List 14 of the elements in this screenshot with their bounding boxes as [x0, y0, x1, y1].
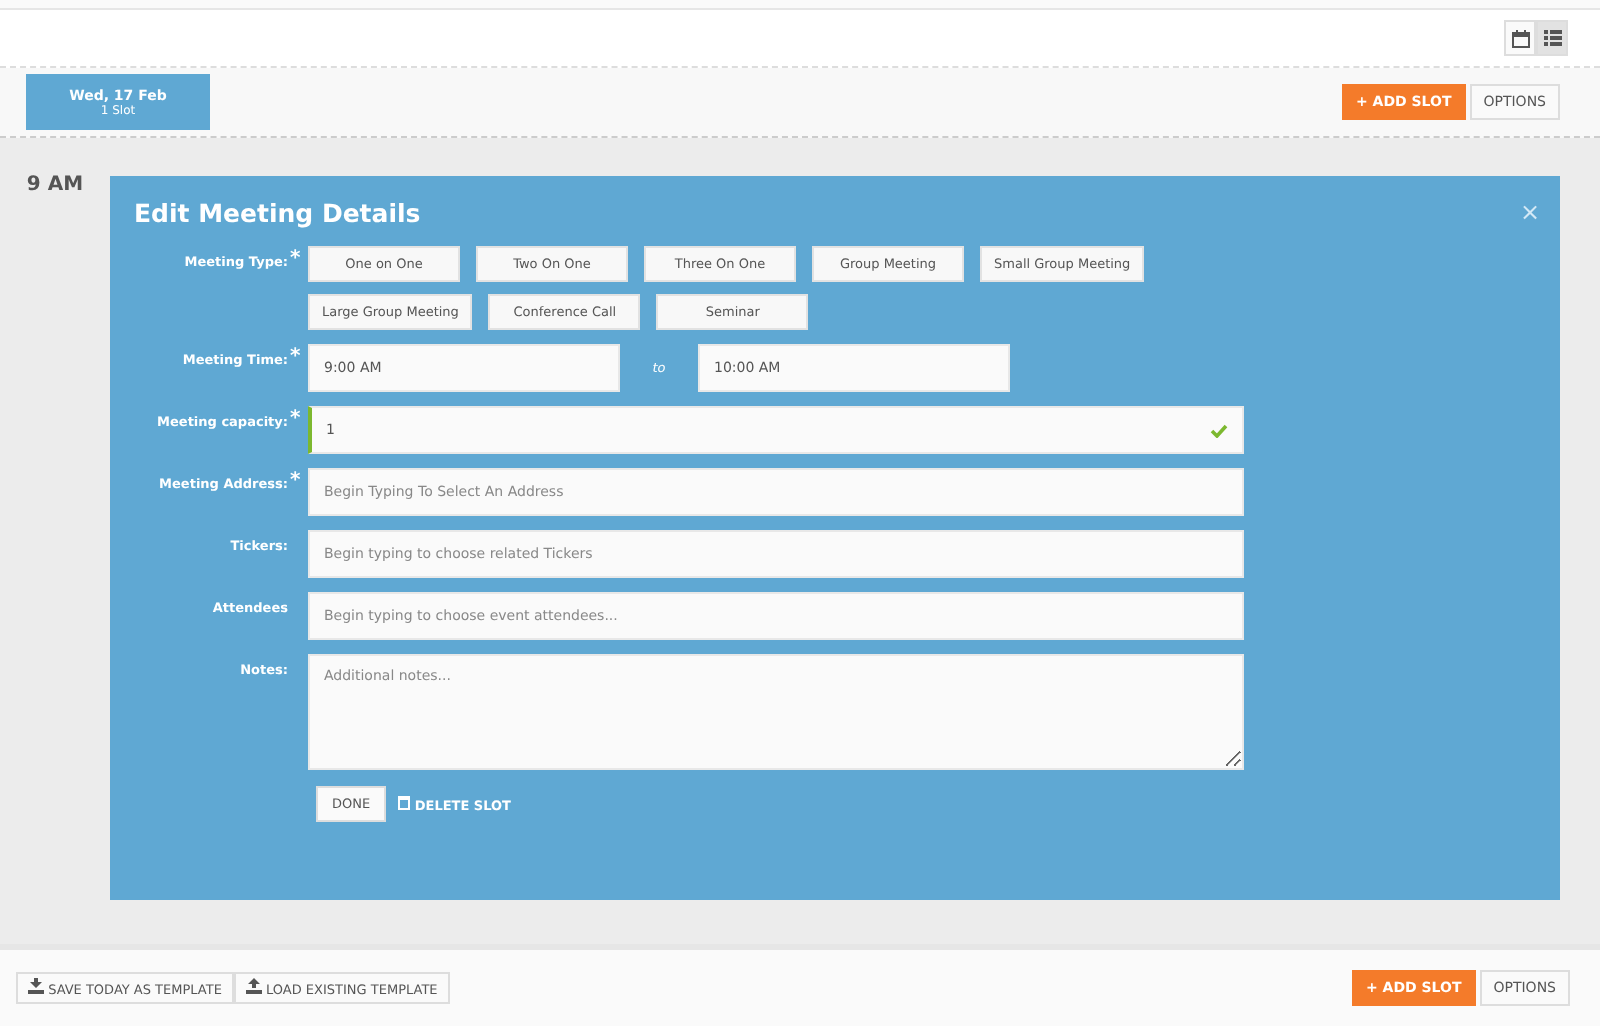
required-mark: *	[288, 254, 303, 274]
required-mark: *	[288, 414, 303, 434]
download-icon	[28, 978, 44, 994]
check-icon	[1210, 424, 1228, 438]
list-view-button[interactable]	[1536, 20, 1568, 56]
upload-icon	[245, 978, 262, 994]
list-icon	[1543, 30, 1561, 46]
required-mark: *	[288, 352, 303, 372]
required-mark: *	[288, 476, 303, 496]
calendar-view-button[interactable]	[1504, 20, 1536, 56]
dialog-title: Edit Meeting Details	[134, 197, 421, 227]
trash-icon	[398, 795, 411, 809]
calendar-icon	[1511, 29, 1529, 47]
time-label: 9 AM	[24, 172, 86, 196]
